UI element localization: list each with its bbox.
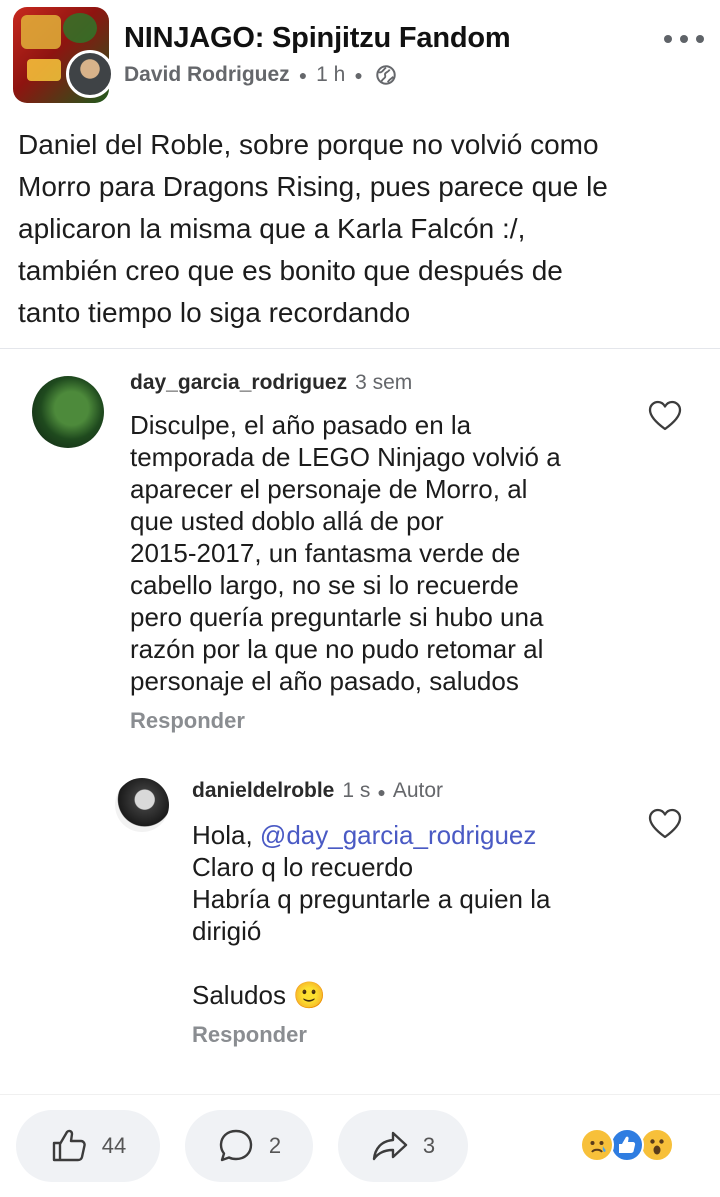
reply-greeting: Hola,: [192, 820, 260, 850]
like-icon: [52, 1129, 86, 1162]
comment-count: 2: [268, 1133, 282, 1158]
wow-reaction-icon: [640, 1128, 674, 1162]
reply-username[interactable]: danieldelroble: [192, 779, 334, 802]
like-count: 44: [101, 1133, 127, 1158]
post-meta: David Rodriguez ● 1 h ●: [124, 63, 397, 87]
reactions-summary[interactable]: [580, 1128, 680, 1164]
share-icon: [372, 1131, 408, 1161]
heart-icon[interactable]: [648, 808, 682, 840]
post-text: Daniel del Roble, sobre porque no volvió…: [18, 129, 608, 328]
reply-greeting-line: Hola, @day_garcia_rodriguez: [192, 819, 642, 851]
comment-username[interactable]: day_garcia_rodriguez: [130, 371, 347, 394]
comment-text: Disculpe, el año pasado en la temporada …: [130, 410, 561, 696]
share-button[interactable]: 3: [338, 1110, 468, 1182]
reply-text: Claro q lo recuerdo Habría q preguntarle…: [192, 852, 551, 1010]
author-badge: Autor: [392, 779, 444, 802]
commenter-avatar[interactable]: [32, 376, 104, 448]
like-reaction-icon: [610, 1128, 644, 1162]
sad-reaction-icon: [580, 1128, 614, 1162]
comment-icon: [219, 1129, 253, 1162]
author-avatar[interactable]: [115, 778, 169, 832]
share-count: 3: [422, 1133, 436, 1158]
group-name[interactable]: NINJAGO: Spinjitzu Fandom: [124, 22, 511, 55]
author-name[interactable]: David Rodriguez: [124, 63, 290, 87]
like-button[interactable]: 44: [16, 1110, 160, 1182]
globe-icon: [376, 65, 396, 85]
comment-time: 3 sem: [355, 371, 413, 394]
reply-time: 1 s: [342, 779, 371, 802]
separator-dot: ●: [354, 67, 363, 83]
heart-icon[interactable]: [648, 400, 682, 432]
reply-button[interactable]: Responder: [192, 1022, 307, 1048]
comment-header: day_garcia_rodriguez 3 sem: [130, 371, 412, 395]
post-header: NINJAGO: Spinjitzu Fandom David Rodrigue…: [0, 0, 720, 115]
separator-dot: ●: [377, 784, 386, 800]
user-avatar[interactable]: [66, 50, 114, 98]
comment-button[interactable]: 2: [185, 1110, 313, 1182]
more-options-icon[interactable]: [664, 24, 704, 54]
post-time: 1 h: [316, 63, 346, 86]
reply-button[interactable]: Responder: [130, 708, 245, 734]
separator-dot: ●: [298, 67, 308, 83]
reply-header: danieldelroble 1 s ● Autor: [192, 779, 443, 803]
divider: [0, 348, 720, 349]
mention-link[interactable]: @day_garcia_rodriguez: [260, 820, 536, 850]
footer-divider: [0, 1094, 720, 1095]
